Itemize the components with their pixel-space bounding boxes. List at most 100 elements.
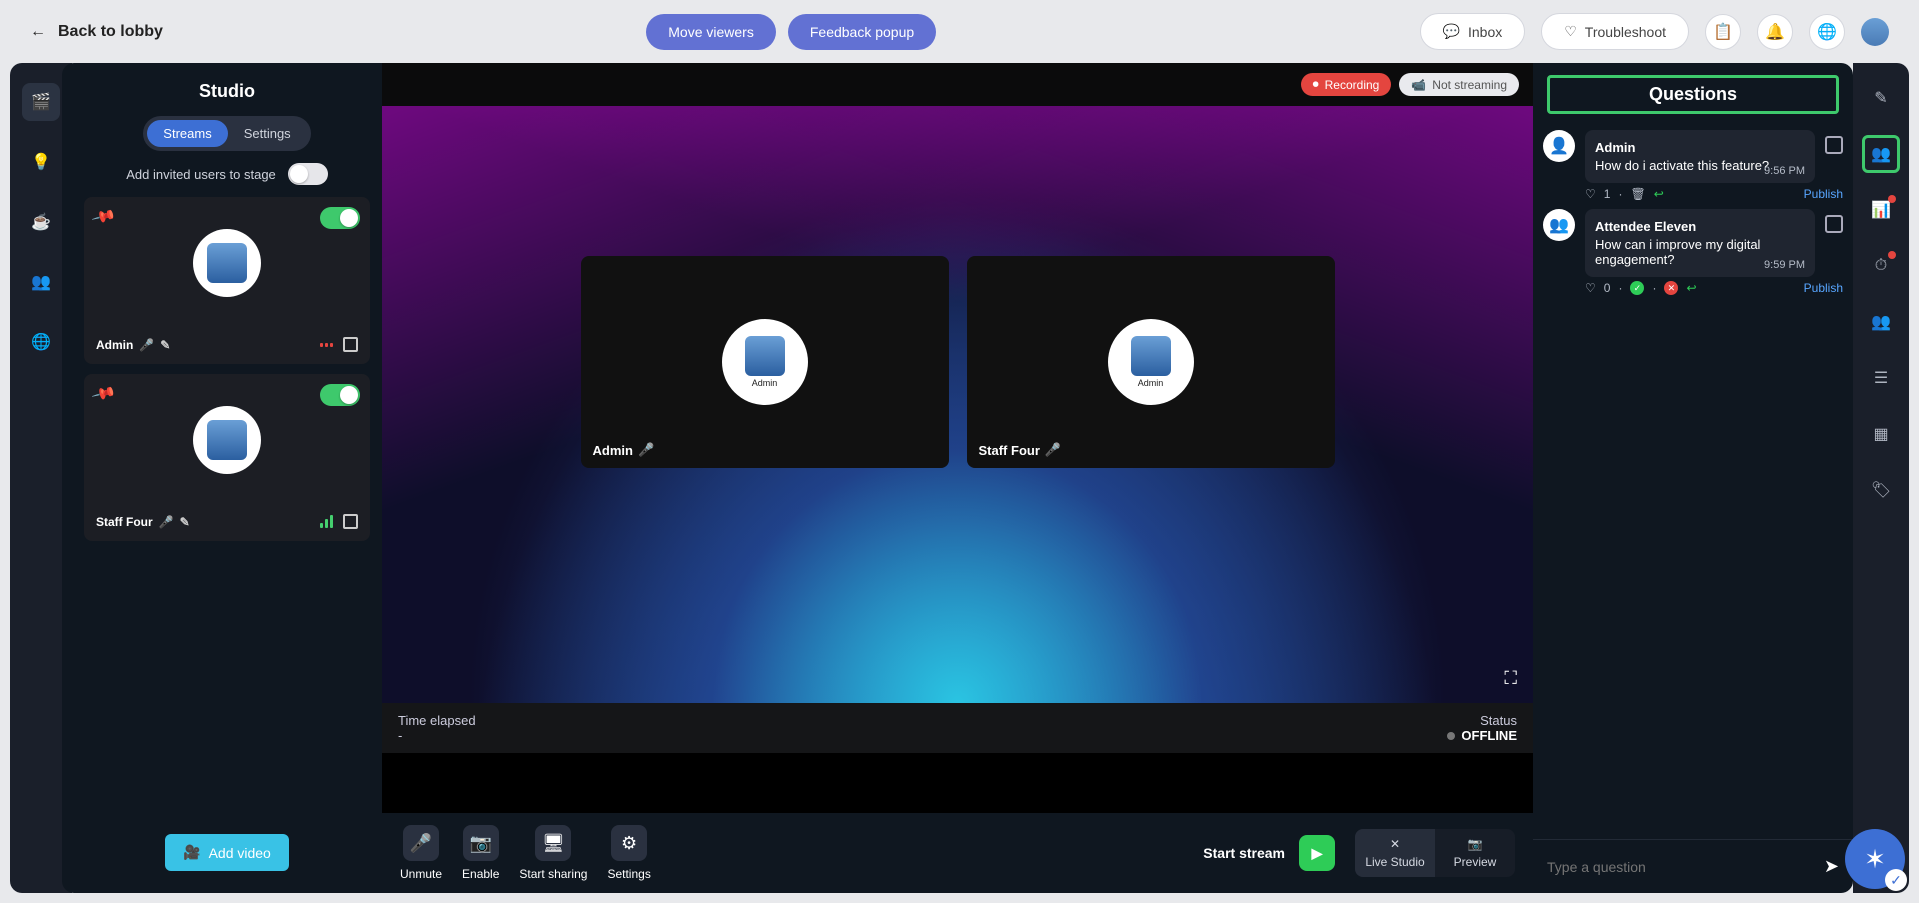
rail-tag[interactable]: 🏷: [1862, 471, 1900, 509]
question-time: 9:59 PM: [1764, 259, 1805, 271]
signal-good-icon: [320, 515, 333, 528]
stream-name: Admin: [96, 338, 133, 352]
rail-polls[interactable]: 📊: [1862, 191, 1900, 229]
like-icon[interactable]: ♡: [1585, 281, 1596, 295]
group-icon: 👥: [1871, 312, 1891, 332]
rail-questions[interactable]: 👥: [1862, 135, 1900, 173]
publish-link[interactable]: Publish: [1804, 281, 1843, 295]
unmute-button[interactable]: 🎤Unmute: [400, 825, 442, 881]
stream-toggle[interactable]: [320, 207, 360, 229]
edit-icon[interactable]: ✎: [180, 515, 190, 529]
mode-live-studio[interactable]: ✕Live Studio: [1355, 829, 1435, 877]
studio-icon: ✕: [1390, 837, 1400, 851]
send-icon[interactable]: ➤: [1824, 856, 1839, 877]
fullscreen-icon[interactable]: ⛶: [1504, 668, 1517, 689]
question-author: Admin: [1595, 140, 1805, 155]
reject-icon[interactable]: ✕: [1664, 281, 1678, 295]
troubleshoot-button[interactable]: ♡ Troubleshoot: [1541, 13, 1689, 50]
settings-button[interactable]: ⚙Settings: [607, 825, 650, 881]
question-item: 👤 Admin How do i activate this feature? …: [1543, 130, 1843, 201]
popout-icon[interactable]: [343, 337, 358, 352]
reply-icon[interactable]: ↩: [1654, 187, 1664, 201]
question-bubble: Admin How do i activate this feature? 9:…: [1585, 130, 1815, 183]
start-sharing-button[interactable]: 🖥Start sharing: [519, 825, 587, 881]
mic-muted-icon: 🎤: [1045, 442, 1061, 458]
mic-muted-icon: 🎤: [139, 338, 154, 352]
rail-people[interactable]: 👥: [22, 263, 60, 301]
pencil-icon: ✎: [1874, 88, 1887, 108]
popout-icon[interactable]: [343, 514, 358, 529]
studio-tabs: Streams Settings: [143, 116, 310, 151]
rail-grid[interactable]: ▦: [1862, 415, 1900, 453]
back-to-lobby[interactable]: ← Back to lobby: [30, 23, 163, 41]
play-icon: ▶: [1312, 845, 1323, 862]
rail-coffee[interactable]: ☕: [22, 203, 60, 241]
question-bubble: Attendee Eleven How can i improve my dig…: [1585, 209, 1815, 277]
move-viewers-button[interactable]: Move viewers: [646, 14, 776, 50]
recording-badge: ⏺Recording: [1301, 73, 1392, 96]
notification-dot-icon: [1888, 251, 1896, 259]
preview-icon: 📷: [1468, 837, 1483, 851]
camera-off-icon: 📷: [470, 833, 492, 854]
tile-name: Staff Four: [979, 443, 1040, 458]
user-avatar[interactable]: [1861, 18, 1889, 46]
globe-icon: 🌐: [1817, 22, 1837, 42]
mode-preview[interactable]: 📷Preview: [1435, 829, 1515, 877]
reply-icon[interactable]: ↩: [1686, 281, 1696, 295]
globe-button[interactable]: 🌐: [1809, 14, 1845, 50]
question-time: 9:56 PM: [1764, 165, 1805, 177]
stream-card: 📌 Admin 🎤 ✎: [84, 197, 370, 364]
invite-toggle[interactable]: [288, 163, 328, 185]
delete-icon[interactable]: 🗑: [1630, 187, 1645, 201]
questions-panel: Questions 👤 Admin How do i activate this…: [1533, 63, 1853, 893]
notifications-button[interactable]: 🔔: [1757, 14, 1793, 50]
start-stream-button[interactable]: Start stream ▶: [1203, 835, 1335, 871]
edit-icon[interactable]: ✎: [160, 338, 170, 352]
pin-icon[interactable]: 📌: [90, 380, 117, 407]
clipboard-button[interactable]: 📋: [1705, 14, 1741, 50]
rail-edit[interactable]: ✎: [1862, 79, 1900, 117]
clock-icon: ⏱: [1875, 257, 1887, 275]
stream-card: 📌 Staff Four 🎤 ✎: [84, 374, 370, 541]
tab-settings[interactable]: Settings: [228, 120, 307, 147]
stream-toggle[interactable]: [320, 384, 360, 406]
check-icon: ✓: [1885, 869, 1907, 891]
stage-tile: Admin Staff Four🎤: [967, 256, 1335, 468]
question-item: 👥 Attendee Eleven How can i improve my d…: [1543, 209, 1843, 295]
rail-globe[interactable]: 🌐: [22, 323, 60, 361]
tab-streams[interactable]: Streams: [147, 120, 227, 147]
black-band: [382, 753, 1533, 813]
time-elapsed-label: Time elapsed: [398, 713, 476, 728]
publish-link[interactable]: Publish: [1804, 187, 1843, 201]
rail-timer[interactable]: ⏱: [1862, 247, 1900, 285]
question-input[interactable]: [1547, 859, 1814, 875]
rail-studio[interactable]: 🎬: [22, 83, 60, 121]
approve-icon[interactable]: ✓: [1630, 281, 1644, 295]
studio-title: Studio: [72, 81, 382, 102]
question-checkbox[interactable]: [1825, 215, 1843, 233]
like-icon[interactable]: ♡: [1585, 187, 1596, 201]
chat-icon: 💬: [1443, 23, 1460, 40]
rail-layers[interactable]: ☰: [1862, 359, 1900, 397]
status-label: Status: [1480, 713, 1517, 728]
rail-lightbulb[interactable]: 💡: [22, 143, 60, 181]
questions-title: Questions: [1547, 75, 1839, 114]
like-count: 1: [1604, 187, 1611, 201]
back-label: Back to lobby: [58, 23, 163, 41]
pin-icon[interactable]: 📌: [90, 203, 117, 230]
rail-attendees[interactable]: 👥: [1862, 303, 1900, 341]
accessibility-button[interactable]: ✶ ✓: [1845, 829, 1905, 889]
chart-icon: 📊: [1871, 200, 1891, 220]
inbox-button[interactable]: 💬 Inbox: [1420, 13, 1526, 50]
add-video-button[interactable]: 🎥 Add video: [165, 834, 289, 871]
signal-low-icon: [320, 343, 333, 347]
feedback-popup-button[interactable]: Feedback popup: [788, 14, 936, 50]
stream-name: Staff Four: [96, 515, 153, 529]
enable-button[interactable]: 📷Enable: [462, 825, 499, 881]
accessibility-icon: ✶: [1864, 844, 1886, 875]
back-arrow-icon: ←: [30, 23, 46, 41]
layers-icon: ☰: [1874, 368, 1888, 388]
question-checkbox[interactable]: [1825, 136, 1843, 154]
question-avatar: 👤: [1543, 130, 1575, 162]
lightbulb-icon: 💡: [31, 152, 51, 172]
